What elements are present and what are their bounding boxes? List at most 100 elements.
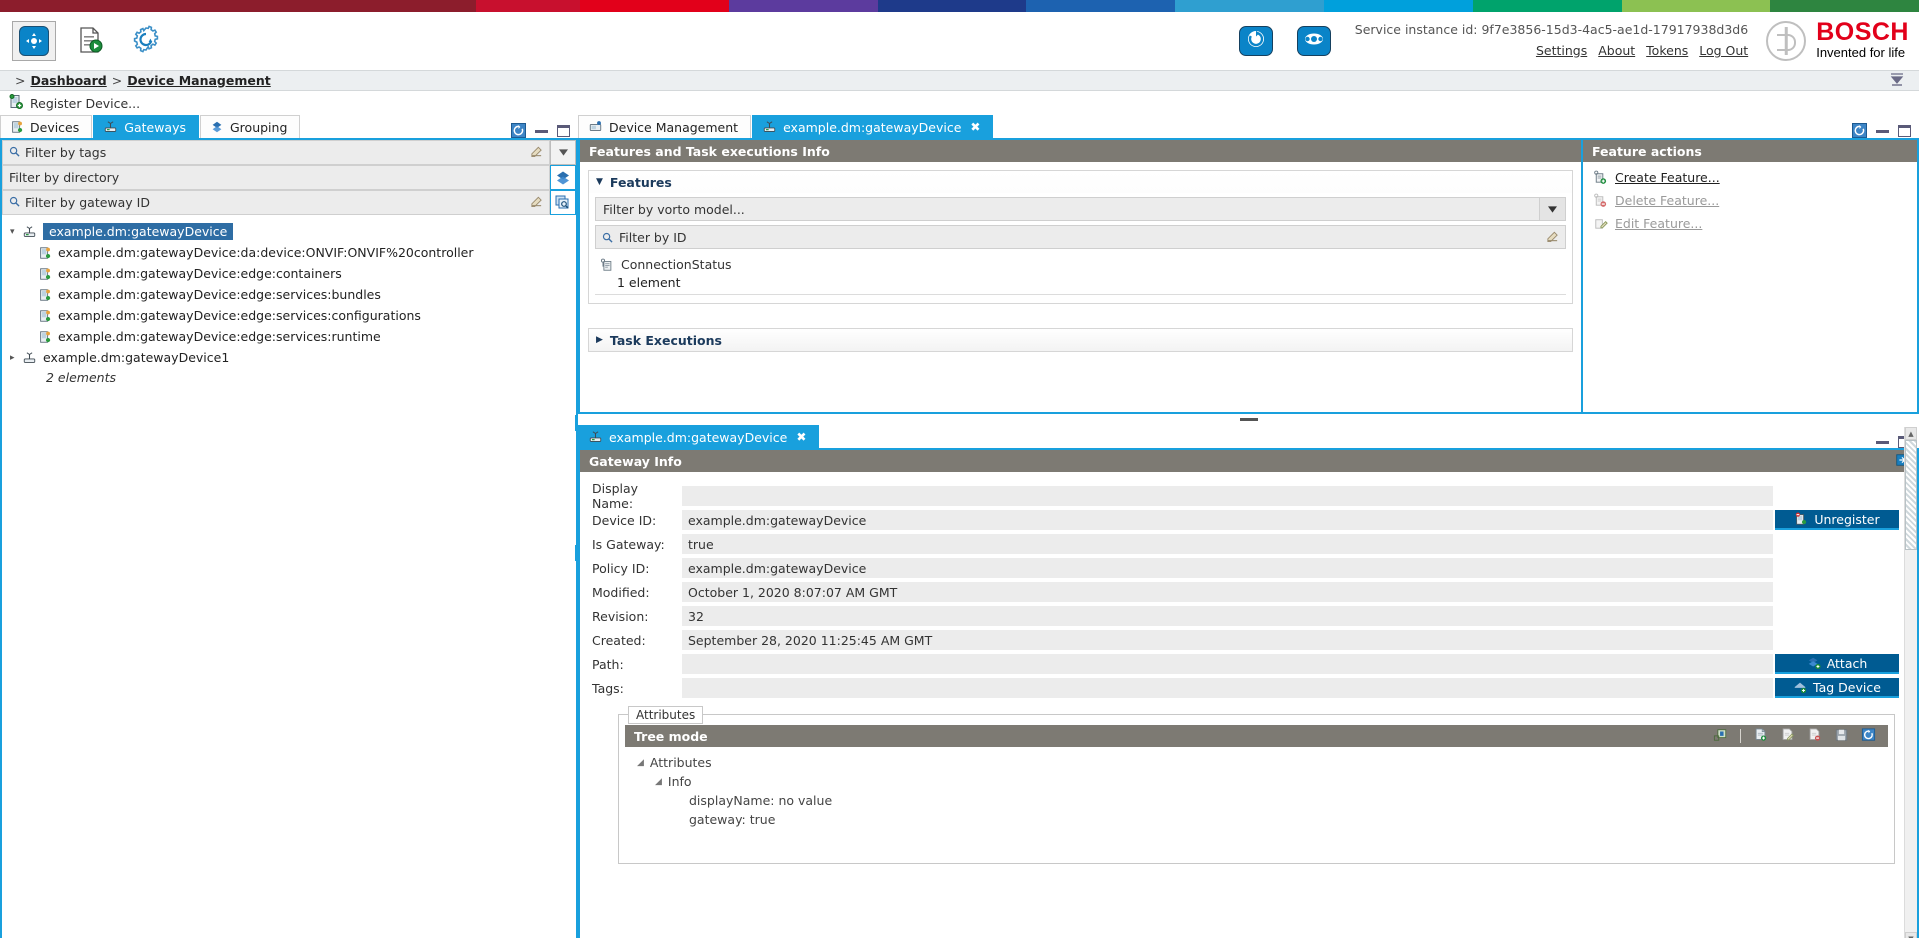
tab-grouping[interactable]: Grouping — [200, 115, 301, 138]
attributes-tree-node-displayname[interactable]: displayName: no value — [633, 791, 1888, 810]
vertical-split-handle-upper[interactable] — [575, 415, 578, 431]
create-feature-action[interactable]: Create Feature... — [1583, 166, 1917, 189]
tree-item-gateway-device[interactable]: ▾ example.dm:gatewayDevice — [2, 221, 576, 242]
collapse-arrow-icon[interactable]: ▸ — [10, 353, 22, 363]
tree-item-edge-services-runtime[interactable]: example.dm:gatewayDevice:edge:services:r… — [2, 326, 576, 347]
tree-item-edge-services-configurations[interactable]: example.dm:gatewayDevice:edge:services:c… — [2, 305, 576, 326]
tree-item-gateway-device1[interactable]: ▸ example.dm:gatewayDevice1 — [2, 347, 576, 368]
feature-id-filter-input[interactable]: Filter by ID — [595, 225, 1566, 249]
vertical-scrollbar[interactable]: ▲ ▼ — [1904, 427, 1917, 938]
field-value[interactable]: September 28, 2020 11:25:45 AM GMT — [682, 630, 1773, 650]
field-value[interactable]: true — [682, 534, 1773, 554]
vorto-model-filter-placeholder: Filter by vorto model... — [603, 201, 745, 217]
tab-gateway-info[interactable]: example.dm:gatewayDevice ✖ — [578, 425, 820, 448]
minimize-icon[interactable] — [1876, 440, 1889, 444]
tab-gateway-device[interactable]: example.dm:gatewayDevice ✖ — [752, 115, 994, 138]
tab-gateways[interactable]: Gateways — [93, 115, 199, 138]
attributes-tree-node-info[interactable]: ◢ Info — [633, 772, 1888, 791]
pencil-icon[interactable] — [530, 145, 543, 160]
create-feature-label[interactable]: Create Feature... — [1615, 170, 1720, 185]
attach-button[interactable]: Attach — [1775, 654, 1899, 674]
navigator-icon-button[interactable] — [12, 21, 56, 61]
attributes-tree-node-gateway[interactable]: gateway: true — [633, 810, 1888, 829]
breadcrumb-item-dashboard[interactable]: Dashboard — [30, 73, 106, 88]
filter-by-directory-input[interactable]: Filter by directory — [2, 165, 550, 190]
breadcrumb-item-device-management[interactable]: Device Management — [127, 73, 271, 88]
tab-devices-label: Devices — [30, 119, 80, 135]
header-link-logout[interactable]: Log Out — [1699, 43, 1748, 58]
maximize-icon[interactable] — [1898, 124, 1911, 137]
refresh-icon[interactable] — [1852, 123, 1867, 138]
header-link-settings[interactable]: Settings — [1536, 43, 1587, 58]
tab-gateways-label: Gateways — [124, 119, 186, 135]
filter-by-tags-input[interactable]: Filter by tags — [2, 140, 550, 165]
grouping-icon — [210, 120, 224, 134]
edit-feature-label: Edit Feature... — [1615, 216, 1703, 231]
refresh-attribute-icon[interactable] — [1861, 727, 1876, 745]
refresh-circle-icon-button[interactable] — [1238, 25, 1273, 56]
field-value[interactable]: example.dm:gatewayDevice — [682, 510, 1773, 530]
field-value[interactable] — [682, 654, 1773, 674]
expand-arrow-icon[interactable]: ▾ — [10, 227, 22, 237]
minimize-icon[interactable] — [535, 129, 548, 133]
register-device-label[interactable]: Register Device... — [30, 96, 140, 111]
directory-icon[interactable] — [550, 165, 576, 190]
service-info: Service instance id: 9f7e3856-15d3-4ac5-… — [1355, 20, 1748, 61]
field-value[interactable] — [682, 486, 1773, 506]
gateway-icon — [762, 120, 777, 134]
color-band-segment — [1621, 0, 1771, 12]
field-value[interactable]: 32 — [682, 606, 1773, 626]
tree-item-onvif-controller[interactable]: example.dm:gatewayDevice:da:device:ONVIF… — [2, 242, 576, 263]
close-icon[interactable]: ✖ — [796, 430, 806, 444]
field-path: Path: Attach — [592, 654, 1899, 674]
cloud-eye-icon-button[interactable] — [1296, 25, 1331, 56]
vorto-model-filter-input[interactable]: Filter by vorto model... — [595, 197, 1566, 221]
chevron-down-icon[interactable] — [1539, 198, 1565, 220]
edit-feature-action: Edit Feature... — [1583, 212, 1917, 235]
field-value[interactable] — [682, 678, 1773, 698]
field-value[interactable]: October 1, 2020 8:07:07 AM GMT — [682, 582, 1773, 602]
feature-item-connectionstatus[interactable]: ConnectionStatus — [595, 253, 1566, 272]
expand-arrow-icon[interactable]: ◢ — [655, 777, 662, 787]
tag-device-button[interactable]: Tag Device — [1775, 678, 1899, 698]
tab-devices[interactable]: Devices — [0, 115, 93, 138]
feature-id-filter-placeholder: Filter by ID — [619, 229, 687, 245]
refresh-icon[interactable] — [511, 123, 526, 138]
header-link-tokens[interactable]: Tokens — [1646, 43, 1688, 58]
vertical-split-handle-lower[interactable] — [575, 545, 578, 561]
scroll-down-icon[interactable]: ▼ — [1905, 932, 1917, 938]
task-executions-section-header[interactable]: ▶ Task Executions — [589, 329, 1572, 351]
features-section-header[interactable]: ▼ Features — [589, 171, 1572, 193]
add-attribute-icon[interactable] — [1753, 727, 1768, 745]
script-run-icon-button[interactable] — [68, 21, 112, 61]
tree-item-edge-services-bundles[interactable]: example.dm:gatewayDevice:edge:services:b… — [2, 284, 576, 305]
dropdown-caret-icon[interactable] — [550, 140, 576, 165]
collapse-all-icon[interactable] — [1889, 72, 1919, 89]
copy-to-clipboard-icon[interactable] — [1713, 728, 1728, 745]
attributes-tree-label: gateway: true — [689, 812, 776, 827]
attributes-tree-node-attributes[interactable]: ◢ Attributes — [633, 753, 1888, 772]
close-icon[interactable]: ✖ — [970, 120, 980, 134]
header-link-about[interactable]: About — [1598, 43, 1635, 58]
unregister-button[interactable]: Unregister — [1775, 510, 1899, 530]
tab-device-management[interactable]: Device Management — [578, 115, 752, 138]
field-label: Display Name: — [592, 481, 639, 511]
unregister-icon — [1794, 512, 1808, 526]
filter-by-gateway-id-input[interactable]: Filter by gateway ID — [2, 190, 550, 215]
field-label: Created: — [592, 632, 646, 648]
expand-arrow-icon[interactable]: ◢ — [637, 758, 644, 768]
pencil-icon[interactable] — [530, 195, 543, 210]
horizontal-splitter[interactable] — [578, 414, 1919, 425]
field-label: Path: — [592, 656, 624, 672]
field-value[interactable]: example.dm:gatewayDevice — [682, 558, 1773, 578]
features-section-title: Features — [609, 174, 672, 190]
tree-item-edge-containers[interactable]: example.dm:gatewayDevice:edge:containers — [2, 263, 576, 284]
gear-sync-icon-button[interactable] — [124, 21, 168, 61]
pencil-icon[interactable] — [1546, 230, 1559, 245]
copy-search-icon[interactable] — [550, 190, 576, 215]
scrollbar-thumb[interactable] — [1905, 440, 1917, 550]
features-panel-title: Features and Task executions Info — [580, 140, 1581, 162]
maximize-icon[interactable] — [557, 124, 570, 137]
minimize-icon[interactable] — [1876, 129, 1889, 133]
edit-attribute-icon — [1780, 727, 1795, 745]
